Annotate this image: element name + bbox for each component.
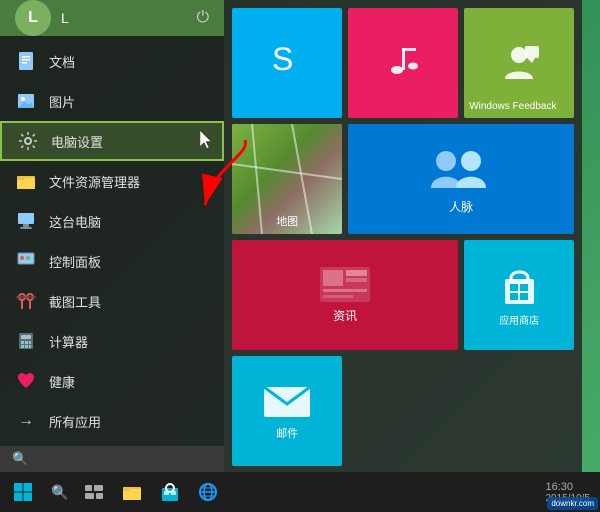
tile-skype[interactable]: S (232, 8, 342, 118)
avatar[interactable]: L (15, 0, 51, 36)
feedback-label: Windows Feedback (469, 101, 556, 113)
news-content: 资讯 (320, 267, 370, 324)
menu-item-pc-settings[interactable]: 电脑设置 (0, 121, 224, 161)
pc-settings-label: 电脑设置 (51, 132, 103, 151)
this-pc-icon (15, 210, 37, 232)
tile-people[interactable]: 人脉 (348, 124, 574, 234)
tile-maps[interactable]: 地图 (232, 124, 342, 234)
watermark: downkr.com (547, 497, 598, 510)
documents-icon (15, 50, 37, 72)
svg-text:S: S (272, 41, 293, 77)
search-input[interactable] (36, 452, 212, 467)
snipping-label: 截图工具 (49, 292, 101, 311)
taskbar-internet-explorer[interactable] (189, 473, 227, 511)
health-icon (15, 370, 37, 392)
start-menu: L L ⏻ 文档 图片 (0, 0, 500, 472)
user-name: L (61, 10, 69, 26)
all-apps-icon: → (15, 410, 37, 432)
search-icon: 🔍 (12, 451, 28, 467)
pictures-label: 图片 (49, 92, 75, 111)
file-explorer-label: 文件资源管理器 (49, 172, 140, 191)
control-panel-label: 控制面板 (49, 252, 101, 271)
tile-mail[interactable]: 邮件 (232, 356, 342, 466)
menu-item-pictures[interactable]: 图片 (0, 81, 224, 121)
menu-item-all-apps[interactable]: → 所有应用 (0, 401, 224, 441)
menu-item-this-pc[interactable]: 这台电脑 (0, 201, 224, 241)
people-content: 人脉 (426, 143, 496, 215)
menu-items: 文档 图片 电脑设置 (0, 36, 224, 446)
menu-item-calculator[interactable]: 计算器 (0, 321, 224, 361)
pictures-icon (15, 90, 37, 112)
menu-item-file-explorer[interactable]: 文件资源管理器 (0, 161, 224, 201)
tile-store[interactable]: 应用商店 (464, 240, 574, 350)
start-menu-left: L L ⏻ 文档 图片 (0, 0, 224, 472)
menu-item-health[interactable]: 健康 (0, 361, 224, 401)
taskbar-store[interactable] (151, 473, 189, 511)
taskbar: 🔍 (0, 472, 600, 512)
tile-windows-feedback[interactable]: Windows Feedback (464, 8, 574, 118)
calculator-label: 计算器 (49, 332, 88, 351)
tile-news[interactable]: 资讯 (232, 240, 458, 350)
health-label: 健康 (49, 372, 75, 391)
tiles-panel: S (224, 0, 582, 472)
desktop: L L ⏻ 文档 图片 (0, 0, 600, 512)
all-apps-label: 所有应用 (49, 412, 101, 431)
settings-icon (17, 130, 39, 152)
feedback-content (469, 13, 569, 113)
people-label: 人脉 (449, 198, 473, 215)
taskbar-search-button[interactable]: 🔍 (45, 472, 75, 512)
skype-icon: S (267, 38, 307, 85)
user-header: L L ⏻ (0, 0, 224, 36)
menu-item-documents[interactable]: 文档 (0, 41, 224, 81)
people-icons (426, 143, 496, 193)
store-label: 应用商店 (499, 312, 539, 327)
maps-label: 地图 (232, 213, 342, 229)
calculator-icon (15, 330, 37, 352)
taskbar-file-explorer[interactable] (113, 473, 151, 511)
this-pc-label: 这台电脑 (49, 212, 101, 231)
menu-item-control-panel[interactable]: 控制面板 (0, 241, 224, 281)
mail-icon (262, 382, 312, 425)
file-explorer-icon (15, 170, 37, 192)
search-bar[interactable]: 🔍 (0, 446, 224, 472)
snipping-icon (15, 290, 37, 312)
start-button[interactable] (0, 472, 45, 512)
power-button[interactable]: ⏻ (197, 9, 210, 27)
news-label: 资讯 (333, 307, 357, 324)
store-icon (497, 264, 542, 312)
music-icon (383, 38, 423, 85)
taskbar-search-icon: 🔍 (51, 484, 68, 501)
control-panel-icon (15, 250, 37, 272)
cursor-indicator (200, 131, 212, 152)
menu-item-snipping[interactable]: 截图工具 (0, 281, 224, 321)
taskbar-task-view[interactable] (75, 473, 113, 511)
tile-music[interactable] (348, 8, 458, 118)
documents-label: 文档 (49, 52, 75, 71)
mail-label: 邮件 (276, 425, 298, 441)
